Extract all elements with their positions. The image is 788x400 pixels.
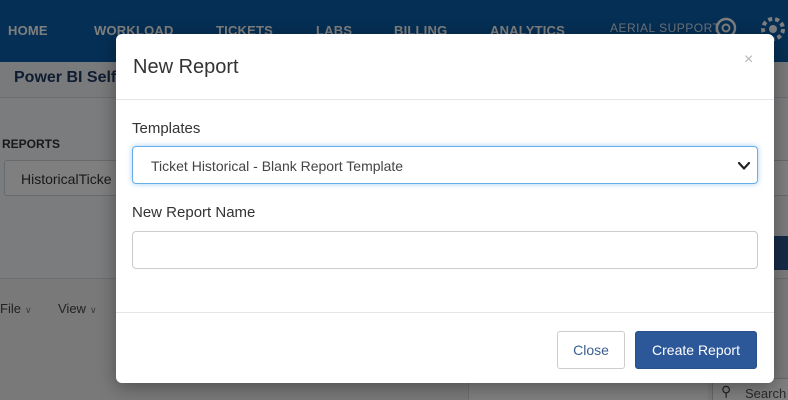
dialog-footer: Close Create Report [116,312,774,383]
templates-label: Templates [132,120,201,137]
dialog-header: New Report × [116,34,774,100]
create-report-button[interactable]: Create Report [635,331,757,369]
close-icon[interactable]: × [744,52,753,68]
dialog-title: New Report [133,56,239,78]
close-button[interactable]: Close [557,331,625,369]
templates-select[interactable]: Ticket Historical - Blank Report Templat… [132,146,758,184]
new-report-dialog: New Report × Templates Ticket Historical… [116,34,774,383]
templates-select-value: Ticket Historical - Blank Report Templat… [151,158,404,174]
report-name-input[interactable] [132,231,758,269]
report-name-label: New Report Name [132,204,256,221]
chevron-down-icon [737,159,751,178]
